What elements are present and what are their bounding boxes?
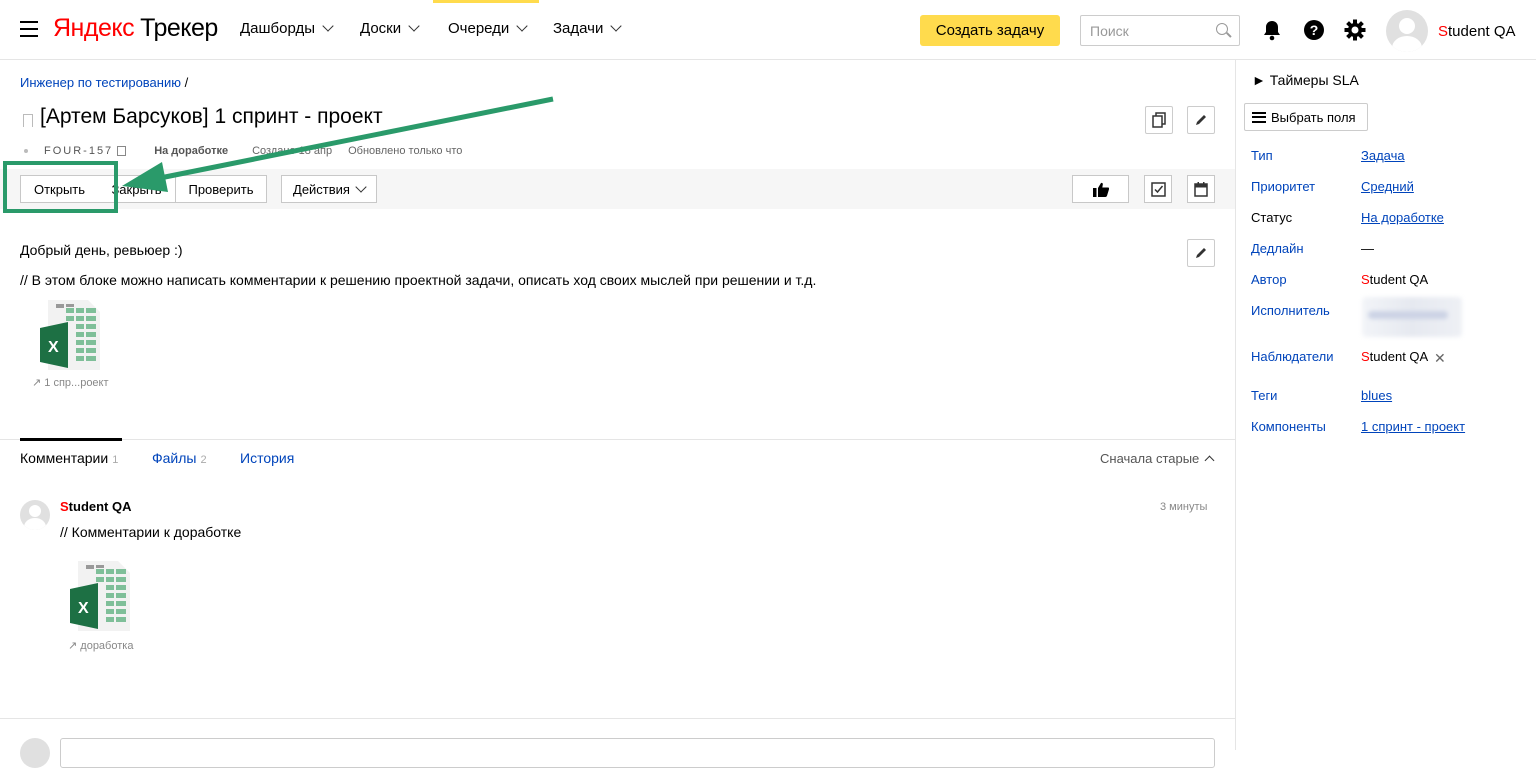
svg-text:X: X — [48, 339, 59, 356]
calendar-button[interactable] — [1187, 175, 1215, 203]
excel-file-icon[interactable]: X — [38, 300, 102, 370]
checklist-button[interactable] — [1144, 175, 1172, 203]
edit-title-button[interactable] — [1187, 106, 1215, 134]
sort-label: Сначала старые — [1100, 451, 1200, 466]
field-label-priority: Приоритет — [1251, 179, 1316, 194]
new-comment-avatar — [20, 738, 50, 768]
user-name-rest: tudent QA — [1448, 23, 1516, 40]
author-rest: tudent QA — [1369, 272, 1429, 287]
svg-text:X: X — [78, 600, 89, 617]
gear-icon[interactable] — [1344, 19, 1366, 41]
comment-time[interactable]: 3 минуты — [1160, 501, 1207, 513]
sort-toggle[interactable]: Сначала старые — [1100, 451, 1215, 466]
field-label-components: Компоненты — [1251, 419, 1326, 434]
tab-active-indicator — [20, 438, 122, 441]
field-value-deadline[interactable]: — — [1361, 241, 1374, 256]
choose-fields-icon — [1252, 111, 1266, 123]
field-label-followers: Наблюдатели — [1251, 349, 1334, 364]
avatar[interactable] — [1386, 10, 1428, 52]
close-icon[interactable]: ✕ — [1434, 350, 1446, 367]
sla-timers-toggle[interactable]: ► Таймеры SLA — [1252, 72, 1359, 88]
help-icon[interactable]: ? — [1303, 19, 1325, 41]
field-value-followers[interactable]: Student QA — [1361, 349, 1428, 364]
field-value-assignee[interactable] — [1362, 297, 1462, 337]
tab-files-label: Файлы — [152, 450, 197, 466]
field-label-status: Статус — [1251, 210, 1293, 225]
field-label-author: Автор — [1251, 272, 1287, 287]
field-value-author[interactable]: Student QA — [1361, 272, 1428, 287]
choose-fields-label: Выбрать поля — [1271, 109, 1356, 125]
comment-attachment-label-text: доработка — [80, 640, 134, 652]
tab-files[interactable]: Файлы 2 — [152, 450, 207, 466]
annotation-arrow — [122, 96, 554, 192]
comment-author-rest: tudent QA — [68, 499, 132, 514]
user-initial: S — [1438, 23, 1449, 40]
comment-avatar — [20, 500, 50, 530]
tab-comments[interactable]: Комментарии 1 — [20, 450, 118, 466]
field-value-type[interactable]: Задача — [1361, 148, 1405, 163]
comment-attachment-label[interactable]: ↗ доработка — [68, 639, 133, 652]
tab-history[interactable]: История — [240, 450, 294, 466]
follower-rest: tudent QA — [1369, 349, 1429, 364]
tab-comments-count: 1 — [112, 454, 119, 466]
chevron-down-icon — [610, 20, 623, 32]
edit-icon — [1196, 115, 1206, 125]
copy-icon — [1152, 112, 1166, 128]
choose-fields-button[interactable]: Выбрать поля — [1244, 103, 1368, 131]
comment-author[interactable]: Student QA — [60, 499, 132, 514]
tabs-divider — [0, 439, 1235, 440]
calendar-icon — [1194, 181, 1208, 197]
edit-description-button[interactable] — [1187, 239, 1215, 267]
sidebar-divider — [1235, 60, 1236, 750]
external-link-icon: ↗ — [32, 377, 42, 389]
field-label-deadline: Дедлайн — [1251, 241, 1304, 256]
description-line-1: Добрый день, ревьюер :) — [20, 242, 183, 258]
tab-comments-label: Комментарии — [20, 450, 109, 466]
field-label-type: Тип — [1251, 148, 1273, 163]
bell-icon[interactable] — [1261, 19, 1283, 41]
field-label-assignee: Исполнитель — [1251, 303, 1330, 318]
tab-files-count: 2 — [200, 454, 207, 466]
attachment-label-text: 1 спр...роект — [44, 377, 109, 389]
field-value-status[interactable]: На доработке — [1361, 210, 1444, 225]
checkbox-icon — [1150, 181, 1166, 197]
field-value-tags[interactable]: blues — [1361, 388, 1392, 403]
like-button[interactable] — [1072, 175, 1129, 203]
tab-history-label: История — [240, 450, 295, 466]
copy-button[interactable] — [1145, 106, 1173, 134]
edit-icon — [1196, 248, 1206, 258]
thumbs-up-icon — [1092, 182, 1109, 197]
new-comment-input[interactable] — [60, 738, 1215, 768]
bottom-divider — [0, 718, 1235, 719]
field-value-components[interactable]: 1 спринт - проект — [1361, 419, 1465, 434]
field-label-tags: Теги — [1251, 388, 1278, 403]
follower-initial: S — [1361, 349, 1370, 364]
field-value-priority[interactable]: Средний — [1361, 179, 1414, 194]
author-initial: S — [1361, 272, 1370, 287]
chevron-up-icon — [1204, 455, 1215, 466]
description-line-2: // В этом блоке можно написать комментар… — [20, 272, 817, 288]
attachment-label[interactable]: ↗ 1 спр...роект — [32, 376, 109, 389]
excel-file-icon[interactable]: X — [68, 561, 132, 631]
comment-author-initial: S — [60, 499, 69, 514]
create-task-button[interactable]: Создать задачу — [920, 15, 1060, 46]
user-name[interactable]: Student QA — [1438, 23, 1516, 40]
external-link-icon: ↗ — [68, 640, 78, 652]
comment-text: // Комментарии к доработке — [60, 524, 242, 540]
search-icon[interactable] — [1216, 23, 1228, 35]
